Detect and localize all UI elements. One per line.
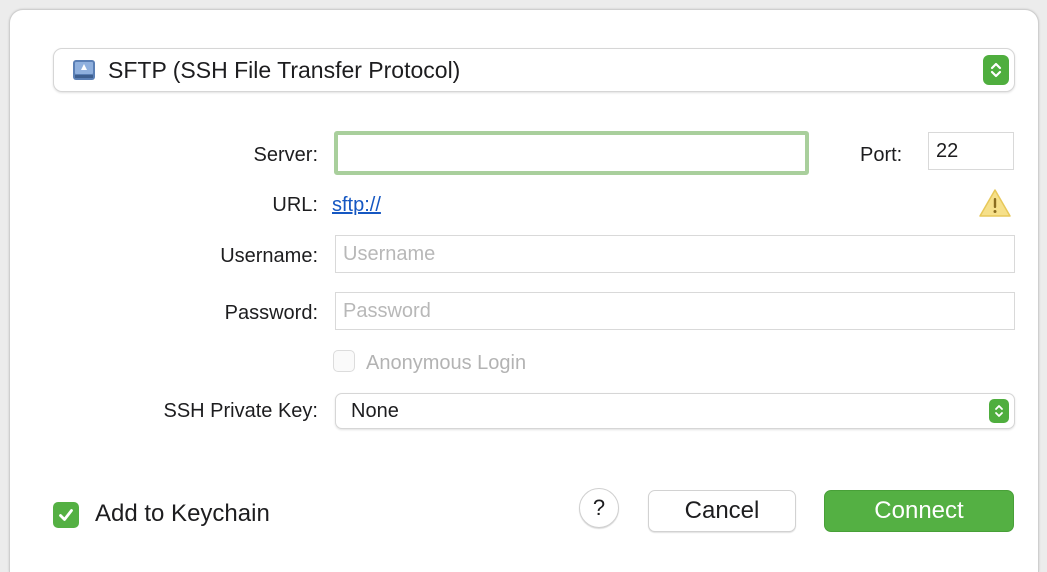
add-to-keychain-checkbox[interactable] (53, 502, 79, 528)
drive-icon (72, 58, 96, 82)
ssh-key-selected-label: None (351, 399, 399, 422)
checkmark-icon (59, 509, 73, 521)
url-label: URL: (272, 194, 318, 216)
connect-button[interactable]: Connect (824, 490, 1014, 532)
ssh-key-label: SSH Private Key: (163, 400, 318, 422)
cancel-button[interactable]: Cancel (648, 490, 796, 532)
anonymous-login-checkbox[interactable] (333, 350, 355, 372)
port-label: Port: (860, 144, 903, 166)
server-label: Server: (253, 144, 318, 166)
password-label: Password: (224, 302, 318, 324)
warning-icon[interactable] (978, 188, 1012, 223)
port-input[interactable] (928, 132, 1014, 170)
server-input[interactable] (334, 131, 809, 175)
password-input[interactable] (335, 292, 1015, 330)
anonymous-login-label: Anonymous Login (366, 352, 527, 374)
protocol-selected-label: SFTP (SSH File Transfer Protocol) (108, 56, 461, 83)
add-to-keychain-label: Add to Keychain (95, 500, 270, 527)
ssh-key-popup[interactable]: None (335, 393, 1015, 429)
connection-sheet: SFTP (SSH File Transfer Protocol) Server… (9, 9, 1039, 572)
protocol-popup[interactable]: SFTP (SSH File Transfer Protocol) (53, 48, 1015, 92)
url-link[interactable]: sftp:// (332, 194, 381, 217)
help-button[interactable]: ? (579, 488, 619, 528)
ssh-key-stepper-icon (989, 399, 1009, 423)
username-input[interactable] (335, 235, 1015, 273)
username-label: Username: (220, 245, 318, 267)
protocol-stepper-icon (983, 55, 1009, 85)
